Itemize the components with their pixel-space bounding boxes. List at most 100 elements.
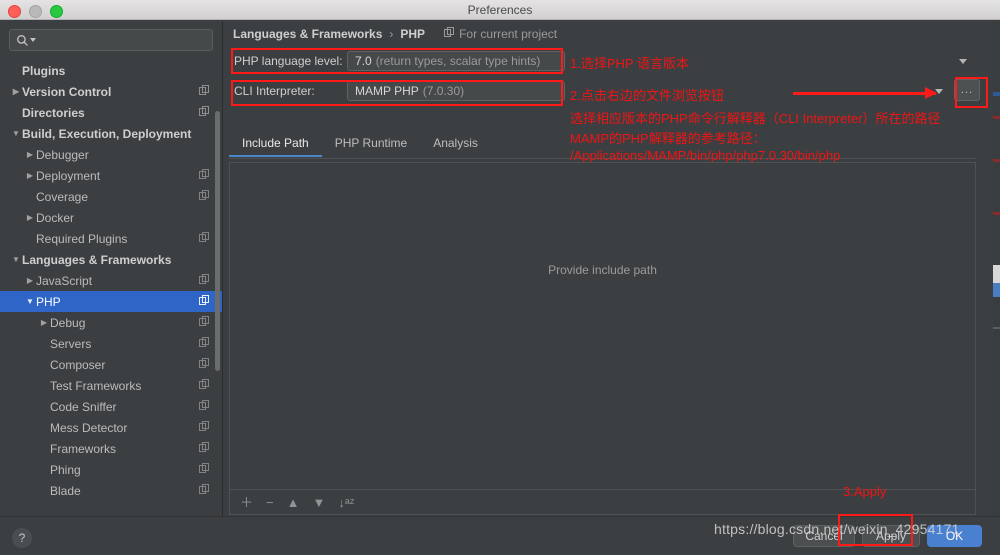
copy-settings-icon	[199, 483, 210, 498]
window-titlebar: Preferences	[0, 0, 1000, 20]
sidebar-item-label: Directories	[22, 105, 85, 120]
sort-az-icon[interactable]: ↓ᵃᶻ	[338, 496, 354, 509]
chevron-right-icon[interactable]: ▶	[38, 318, 50, 327]
preferences-window: Preferences Plugins ▶ Version Control Dire…	[0, 0, 1000, 555]
sidebar-item-servers[interactable]: Servers	[0, 333, 222, 354]
tab-php-runtime[interactable]: PHP Runtime	[322, 134, 420, 156]
sidebar-item-docker[interactable]: ▶ Docker	[0, 207, 222, 228]
sidebar-item-label: Composer	[50, 357, 106, 372]
include-path-panel[interactable]: Provide include path	[229, 162, 976, 490]
copy-settings-icon	[199, 336, 210, 351]
search-input[interactable]	[41, 33, 206, 47]
sidebar-item-directories[interactable]: Directories	[0, 102, 222, 123]
sidebar-item-label: PHP	[36, 294, 61, 309]
sidebar-item-label: JavaScript	[36, 273, 93, 288]
sidebar-item-label: Plugins	[22, 63, 66, 78]
sidebar-item-plugins[interactable]: Plugins	[0, 60, 222, 81]
sidebar-item-test-frameworks[interactable]: Test Frameworks	[0, 375, 222, 396]
copy-settings-icon	[199, 231, 210, 246]
tab-include-path[interactable]: Include Path	[229, 134, 322, 157]
sidebar-item-required-plugins[interactable]: Required Plugins	[0, 228, 222, 249]
copy-settings-icon	[199, 168, 210, 183]
annotation-box-browse-button	[955, 77, 988, 108]
sidebar-item-label: Debug	[50, 315, 86, 330]
sidebar-item-debugger[interactable]: ▶ Debugger	[0, 144, 222, 165]
chevron-right-icon[interactable]: ▶	[10, 87, 22, 96]
breadcrumb: Languages & Frameworks › PHP For current…	[233, 27, 557, 41]
tab-analysis[interactable]: Analysis	[420, 134, 491, 156]
annotation-note-line-2: MAMP的PHP解释器的参考路径：	[570, 131, 766, 146]
sidebar-item-coverage[interactable]: Coverage	[0, 186, 222, 207]
move-up-icon[interactable]: ▲	[287, 496, 300, 509]
copy-settings-icon	[199, 189, 210, 204]
chevron-right-icon[interactable]: ▶	[24, 150, 36, 159]
sidebar-item-label: Blade	[50, 483, 81, 498]
settings-tree: Plugins ▶ Version Control Directories ▼ Buil…	[0, 60, 222, 501]
sidebar-item-blade[interactable]: Blade	[0, 480, 222, 501]
copy-settings-icon	[199, 357, 210, 372]
copy-settings-icon	[199, 462, 210, 477]
search-container	[0, 21, 222, 57]
annotation-step-2: 2.点击右边的文件浏览按钮	[570, 88, 724, 103]
search-icon	[16, 34, 29, 47]
minus-icon[interactable]: −	[266, 496, 274, 509]
sidebar-item-label: Code Sniffer	[50, 399, 117, 414]
sidebar-item-label: Debugger	[36, 147, 89, 162]
chevron-right-icon[interactable]: ▶	[24, 276, 36, 285]
sidebar-item-label: Phing	[50, 462, 81, 477]
chevron-right-icon[interactable]: ▶	[24, 213, 36, 222]
chevron-down-icon[interactable]: ▼	[10, 129, 22, 138]
sidebar-item-languages-frameworks[interactable]: ▼ Languages & Frameworks	[0, 249, 222, 270]
sidebar-item-javascript[interactable]: ▶ JavaScript	[0, 270, 222, 291]
sidebar-item-label: Required Plugins	[36, 231, 128, 246]
sidebar-item-version-control[interactable]: ▶ Version Control	[0, 81, 222, 102]
search-box[interactable]	[9, 29, 213, 51]
annotation-step-3: 3.Apply	[843, 484, 887, 499]
sidebar-item-label: Build, Execution, Deployment	[22, 126, 192, 141]
annotation-arrow-to-browse	[793, 87, 937, 99]
sidebar-item-label: Test Frameworks	[50, 378, 142, 393]
help-button[interactable]: ?	[12, 528, 32, 548]
copy-settings-icon	[199, 105, 210, 120]
php-language-level-chevron-down-icon[interactable]	[959, 59, 967, 64]
sidebar-item-phing[interactable]: Phing	[0, 459, 222, 480]
sidebar-item-label: Coverage	[36, 189, 89, 204]
sidebar-item-mess-detector[interactable]: Mess Detector	[0, 417, 222, 438]
plus-icon[interactable]: ＋	[240, 496, 253, 509]
project-scope: For current project	[444, 27, 557, 41]
sidebar-item-code-sniffer[interactable]: Code Sniffer	[0, 396, 222, 417]
sidebar-item-label: Deployment	[36, 168, 101, 183]
breadcrumb-leaf: PHP	[400, 27, 426, 41]
sidebar-item-label: Mess Detector	[50, 420, 128, 435]
chevron-down-icon[interactable]: ▼	[10, 255, 22, 264]
sidebar-item-composer[interactable]: Composer	[0, 354, 222, 375]
sidebar-item-debug[interactable]: ▶ Debug	[0, 312, 222, 333]
chevron-right-icon[interactable]: ▶	[24, 171, 36, 180]
sidebar-item-label: Frameworks	[50, 441, 117, 456]
search-dropdown-icon[interactable]	[30, 37, 37, 44]
chevron-down-icon[interactable]: ▼	[24, 297, 36, 306]
annotation-note-line-3: /Applications/MAMP/bin/php/php7.0.30/bin…	[570, 148, 841, 163]
sidebar-item-deployment[interactable]: ▶ Deployment	[0, 165, 222, 186]
window-title: Preferences	[467, 3, 533, 17]
sidebar-item-build-execution-deployment[interactable]: ▼ Build, Execution, Deployment	[0, 123, 222, 144]
copy-settings-icon	[199, 441, 210, 456]
sidebar-item-label: Languages & Frameworks	[22, 252, 172, 267]
sidebar-item-frameworks[interactable]: Frameworks	[0, 438, 222, 459]
sidebar-item-php[interactable]: ▼ PHP	[0, 291, 222, 312]
breadcrumb-root[interactable]: Languages & Frameworks	[233, 27, 382, 41]
copy-settings-icon	[444, 27, 455, 41]
copy-settings-icon	[199, 294, 210, 309]
copy-settings-icon	[199, 420, 210, 435]
move-down-icon[interactable]: ▼	[312, 496, 325, 509]
sidebar-item-label: Version Control	[22, 84, 112, 99]
sidebar-scrollbar[interactable]	[215, 111, 220, 371]
